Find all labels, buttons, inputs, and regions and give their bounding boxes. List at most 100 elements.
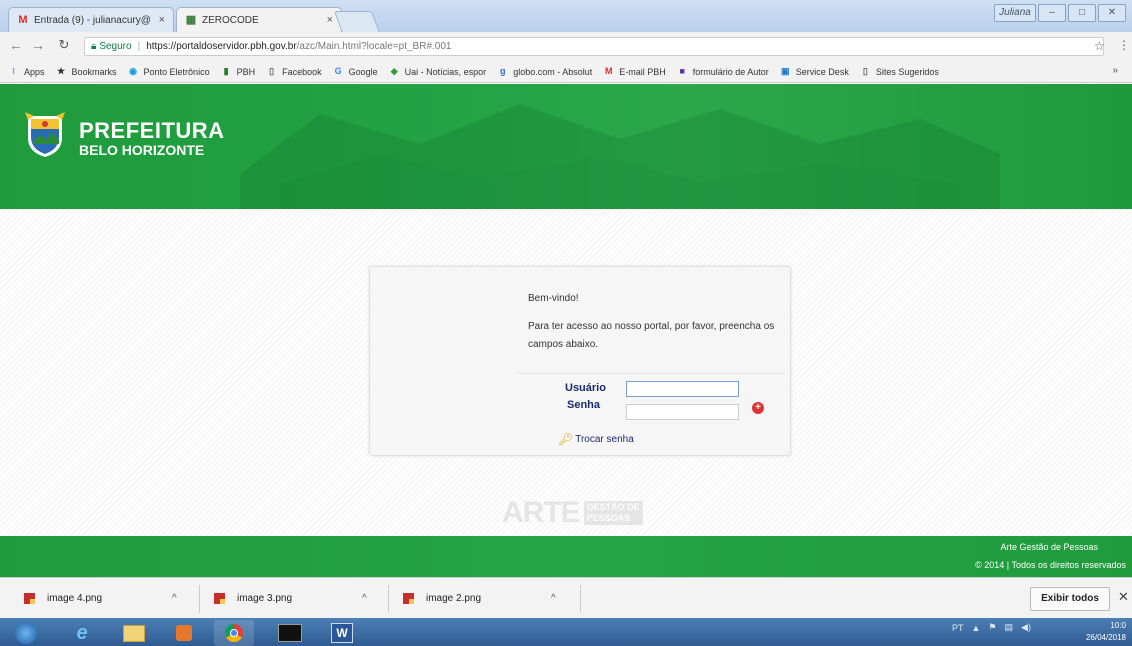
bookmark-item[interactable]: ▯ Sites Sugeridos — [860, 66, 939, 77]
download-filename: image 3.png — [237, 592, 293, 604]
pbh-icon: ▮ — [223, 66, 229, 76]
close-tab-icon[interactable]: × — [159, 14, 165, 26]
ponto-icon: ◉ — [129, 66, 137, 76]
media-player-icon[interactable] — [164, 620, 204, 646]
change-password-link[interactable]: 🔑︎ Trocar senha — [558, 432, 634, 446]
bookmark-item[interactable]: g globo.com - Absolut — [497, 66, 592, 77]
clock-date: 26/04/2018 — [1085, 633, 1126, 642]
image-file-icon — [24, 592, 35, 604]
clock[interactable]: 10:0 26/04/2018 — [1086, 620, 1126, 644]
site-footer — [0, 536, 1132, 577]
bookmark-item[interactable]: ▣ Service Desk — [780, 66, 849, 77]
add-icon[interactable]: + — [752, 402, 764, 414]
bookmark-label: Facebook — [282, 66, 322, 77]
bookmarks-bar: ⁝ Apps ★ Bookmarks ◉ Ponto Eletrônico ▮ PBH ▯ Fac… — [0, 61, 1132, 83]
divider — [515, 373, 785, 374]
pbh-coat-of-arms-logo — [25, 112, 65, 157]
secure-label: Seguro — [99, 41, 132, 52]
bookmark-label: Sites Sugeridos — [875, 66, 939, 77]
internet-explorer-icon[interactable]: e — [62, 620, 102, 646]
download-item[interactable]: image 3.png ^ — [214, 587, 367, 609]
download-filename: image 2.png — [426, 592, 482, 604]
download-item[interactable]: image 4.png ^ — [24, 587, 177, 609]
address-bar[interactable]: 🔒︎ Seguro | https://portaldoservidor.pbh… — [84, 37, 1104, 56]
bookmark-label: E-mail PBH — [619, 66, 666, 77]
change-password-label: Trocar senha — [575, 433, 634, 445]
bookmark-item[interactable]: ◉ Ponto Eletrônico — [128, 66, 210, 77]
bookmark-item[interactable]: ▯ Facebook — [266, 66, 322, 77]
separator: | — [137, 41, 141, 52]
close-window-button[interactable]: ✕ — [1098, 4, 1126, 22]
watermark-line1: GESTÃO DE — [586, 502, 640, 512]
volume-icon[interactable]: ◀) — [1021, 622, 1031, 633]
watermark-line2: PESSOAS — [586, 513, 631, 523]
welcome-text: Bem-vindo! — [528, 293, 579, 304]
reload-icon[interactable]: ↻ — [56, 37, 72, 53]
separator — [580, 585, 581, 613]
login-panel — [369, 266, 791, 456]
tab-label: ZEROCODE — [202, 14, 259, 26]
bookmark-label: Ponto Eletrônico — [143, 66, 210, 77]
google-icon: G — [334, 66, 342, 76]
tab-zerocode[interactable]: ▦ ZEROCODE × — [176, 7, 342, 32]
bookmark-label: Apps — [24, 66, 45, 77]
page-icon: ▯ — [269, 66, 275, 76]
bookmark-item[interactable]: G Google — [333, 66, 378, 77]
chrome-icon[interactable] — [214, 620, 254, 646]
forward-icon[interactable]: → — [30, 37, 46, 53]
show-hidden-icons-icon[interactable]: ▲ — [972, 623, 981, 633]
bookmark-label: Google — [348, 66, 378, 77]
password-input[interactable] — [626, 404, 739, 420]
new-tab-button[interactable] — [333, 11, 381, 33]
form-icon: ■ — [679, 66, 685, 76]
globo-icon: g — [499, 66, 506, 76]
url-path: /azc/Main.html?locale=pt_BR#.001 — [296, 41, 452, 52]
chevron-up-icon[interactable]: ^ — [551, 593, 556, 604]
image-file-icon — [214, 592, 225, 604]
close-downloads-icon[interactable]: ✕ — [1118, 589, 1129, 605]
profile-button[interactable]: Juliana — [994, 4, 1036, 22]
password-label: Senha — [567, 399, 601, 411]
file-explorer-icon[interactable] — [114, 620, 154, 646]
bookmark-label: Bookmarks — [71, 66, 117, 77]
footer-company: Arte Gestão de Pessoas — [1000, 542, 1098, 552]
chevron-up-icon[interactable]: ^ — [172, 593, 177, 604]
gmail-icon: M — [604, 66, 613, 76]
bookmark-item[interactable]: ◆ Uai - Notícias, espor — [389, 66, 487, 77]
close-tab-icon[interactable]: × — [327, 14, 333, 26]
show-all-downloads-button[interactable]: Exibir todos — [1030, 587, 1110, 611]
bookmark-item[interactable]: ⁝ Apps — [8, 66, 45, 77]
key-icon: 🔑︎ — [558, 432, 574, 446]
uai-icon: ◆ — [390, 66, 398, 76]
tab-label: Entrada (9) - julianacury@ — [34, 14, 151, 26]
flag-icon[interactable]: ⚑ — [988, 622, 996, 633]
minimize-button[interactable]: – — [1038, 4, 1066, 22]
chevron-up-icon[interactable]: ^ — [362, 593, 367, 604]
bookmark-item[interactable]: ■ formulário de Autor — [677, 66, 769, 77]
back-icon[interactable]: ← — [8, 37, 24, 53]
tab-gmail[interactable]: M Entrada (9) - julianacury@ × — [8, 7, 174, 32]
more-bookmarks-icon[interactable]: » — [1112, 65, 1118, 76]
bookmark-label: PBH — [236, 66, 256, 77]
username-label: Usuário — [565, 382, 606, 394]
download-item[interactable]: image 2.png ^ — [403, 587, 556, 609]
start-button[interactable] — [6, 620, 46, 646]
bookmark-label: Service Desk — [795, 66, 849, 77]
image-file-icon — [403, 592, 414, 604]
maximize-button[interactable]: □ — [1068, 4, 1096, 22]
network-icon[interactable]: ▤ — [1005, 622, 1014, 633]
arte-text: ARTE — [502, 496, 581, 529]
username-input[interactable] — [626, 381, 739, 397]
clock-time: 10:0 — [1110, 621, 1126, 630]
system-tray: PT ▲ ⚑ ▤ ◀) — [952, 622, 1031, 633]
bookmark-star-icon[interactable]: ☆ — [1094, 39, 1105, 53]
menu-icon[interactable]: ⋮ — [1118, 38, 1130, 52]
pbh-favicon-icon: ▦ — [185, 14, 197, 26]
language-indicator[interactable]: PT — [952, 623, 964, 633]
separator — [199, 585, 200, 613]
bookmark-item[interactable]: ★ Bookmarks — [56, 66, 117, 77]
word-icon[interactable]: W — [322, 620, 362, 646]
bookmark-item[interactable]: M E-mail PBH — [603, 66, 666, 77]
bookmark-item[interactable]: ▮ PBH — [221, 66, 256, 77]
command-prompt-icon[interactable] — [270, 620, 310, 646]
